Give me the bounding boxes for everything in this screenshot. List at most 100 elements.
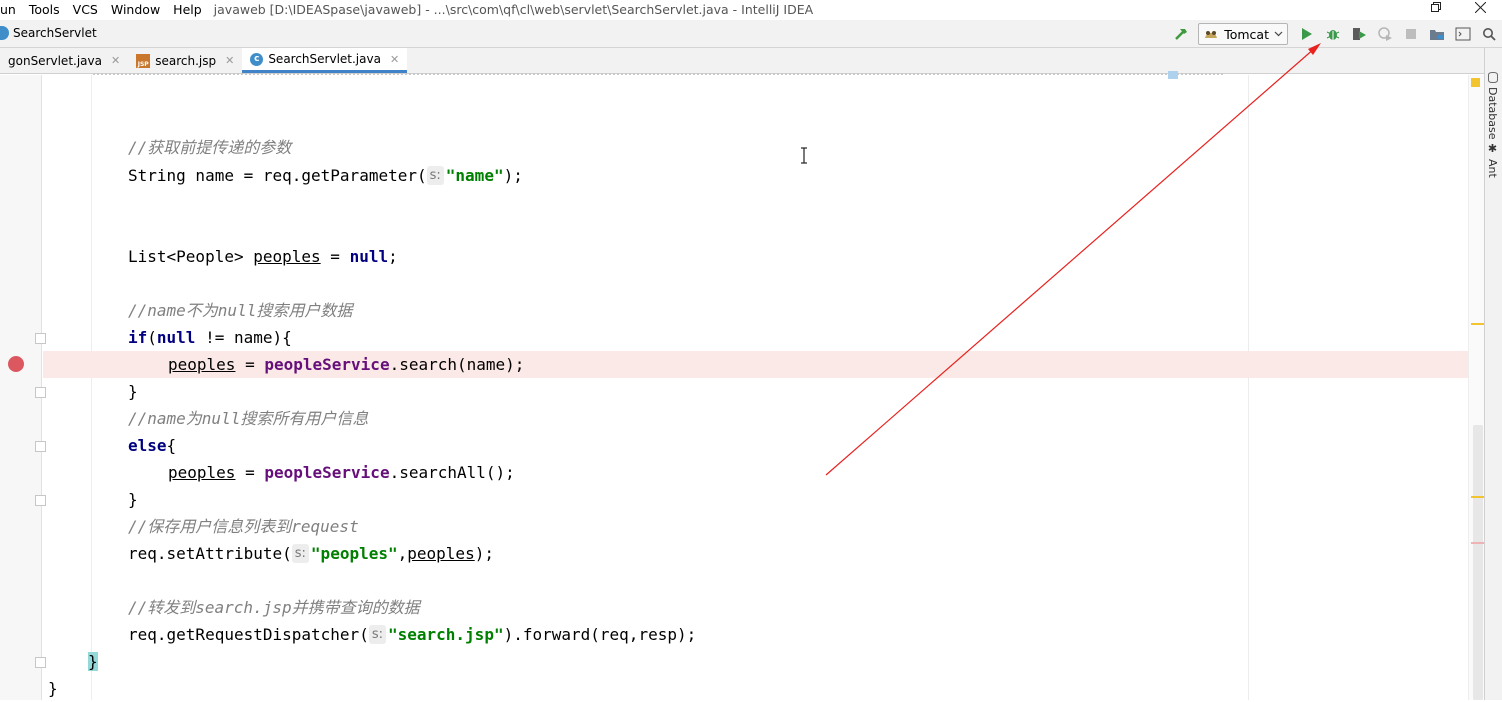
menu-run[interactable]: un — [0, 3, 22, 17]
class-icon — [0, 26, 9, 40]
debug-button[interactable] — [1320, 23, 1346, 45]
code-editor[interactable]: //获取前提传递的参数 String name = req.getParamet… — [43, 71, 1484, 702]
variable: peoples — [253, 247, 321, 266]
code-line: peoples = peopleService.searchAll(); — [168, 459, 515, 486]
tool-tab-label: Ant — [1486, 159, 1499, 178]
code-text: } — [128, 490, 138, 509]
field: peopleService — [264, 355, 390, 374]
code-text: = — [320, 247, 350, 266]
close-tab-icon[interactable]: ✕ — [225, 54, 234, 67]
indent-guide — [91, 75, 92, 700]
restore-button[interactable] — [1414, 0, 1458, 14]
matched-brace: } — [88, 652, 98, 671]
code-text: } — [48, 679, 58, 698]
editor-scrollbar[interactable] — [1468, 75, 1485, 700]
run-config-label: Tomcat — [1224, 26, 1269, 42]
parameter-hint: s: — [291, 544, 309, 563]
run-toolbar: Tomcat — [1168, 23, 1502, 45]
code-text: req.setAttribute( — [128, 544, 292, 563]
search-everywhere-button[interactable] — [1476, 23, 1502, 45]
navigation-bar: SearchServlet Tomcat — [0, 20, 1502, 48]
code-text: ).forward(req,resp); — [503, 625, 697, 644]
jsp-file-icon: JSP — [136, 53, 151, 68]
database-tool-tab[interactable]: Database — [1486, 72, 1499, 140]
code-comment: //获取前提传递的参数 — [128, 138, 292, 157]
code-line: req.setAttribute(s: "peoples",peoples); — [128, 540, 494, 567]
close-tab-icon[interactable]: ✕ — [111, 54, 120, 67]
code-text: = — [235, 355, 265, 374]
code-text: ; — [388, 247, 398, 266]
code-text: } — [128, 382, 138, 401]
hammer-icon — [1175, 29, 1188, 40]
profiler-icon — [1378, 27, 1392, 41]
menu-tools[interactable]: Tools — [22, 3, 66, 17]
text-cursor-icon — [801, 147, 807, 164]
menu-window[interactable]: Window — [104, 3, 166, 17]
field: peopleService — [264, 463, 390, 482]
parameter-hint: s: — [368, 625, 386, 644]
warning-marker[interactable] — [1471, 496, 1485, 498]
stop-icon — [1406, 29, 1416, 39]
profile-button[interactable] — [1372, 23, 1398, 45]
code-text: .searchAll(); — [389, 463, 515, 482]
string-literal: "search.jsp" — [387, 625, 504, 644]
warning-marker[interactable] — [1471, 323, 1485, 325]
menu-help[interactable]: Help — [166, 3, 208, 17]
code-text: ( — [147, 328, 157, 347]
code-text: ); — [474, 544, 494, 563]
string-literal: "peoples" — [310, 544, 398, 563]
code-line: String name = req.getParameter(s: "name")… — [128, 162, 523, 189]
right-tool-bar: Database ✱ Ant — [1484, 48, 1502, 700]
code-text: req.getRequestDispatcher( — [128, 625, 369, 644]
terminal-button[interactable] — [1450, 23, 1476, 45]
analysis-status-icon[interactable] — [1471, 78, 1480, 87]
code-text: String name = req.getParameter( — [128, 166, 427, 185]
variable: peoples — [168, 463, 236, 482]
code-comment: //转发到search.jsp并携带查询的数据 — [128, 598, 420, 617]
code-line: //保存用户信息列表到request — [128, 513, 359, 540]
code-text: ); — [503, 166, 523, 185]
keyword: null — [349, 247, 389, 266]
folder-icon — [1430, 30, 1444, 40]
parameter-hint: s: — [426, 166, 444, 185]
breakpoint-marker[interactable] — [1471, 542, 1485, 544]
coverage-icon — [1353, 28, 1366, 40]
breadcrumb[interactable]: SearchServlet — [0, 26, 97, 40]
code-line: req.getRequestDispatcher(s: "search.jsp")… — [128, 621, 696, 648]
code-line: } — [48, 675, 58, 702]
breakpoint-icon[interactable] — [8, 356, 24, 372]
close-tab-icon[interactable]: ✕ — [390, 53, 399, 66]
code-text: != name){ — [195, 328, 292, 347]
menu-bar: un Tools VCS Window Help javaweb [D:\IDE… — [0, 0, 1502, 20]
editor-gutter[interactable] — [0, 75, 46, 700]
run-with-coverage-button[interactable] — [1346, 23, 1372, 45]
tab-label: search.jsp — [155, 53, 217, 68]
stop-button[interactable] — [1398, 23, 1424, 45]
run-config-select[interactable]: Tomcat — [1198, 23, 1288, 45]
keyword: else — [128, 436, 167, 455]
restore-icon — [1431, 2, 1441, 12]
run-button[interactable] — [1294, 23, 1320, 45]
close-window-button[interactable] — [1458, 0, 1502, 14]
build-button[interactable] — [1168, 23, 1194, 45]
tab-label: SearchServlet.java — [268, 52, 381, 66]
java-class-icon: c — [250, 52, 264, 66]
code-line: } — [128, 378, 138, 405]
scrollbar-thumb[interactable] — [1473, 425, 1483, 700]
ant-icon: ✱ — [1486, 142, 1499, 155]
project-structure-button[interactable] — [1424, 23, 1450, 45]
terminal-icon — [1455, 27, 1471, 41]
window-title: javaweb [D:\IDEASpase\javaweb] - ...\src… — [213, 2, 814, 17]
menu-vcs[interactable]: VCS — [66, 3, 104, 17]
keyword: if — [128, 328, 148, 347]
code-line: //转发到search.jsp并携带查询的数据 — [128, 594, 420, 621]
ant-tool-tab[interactable]: ✱ Ant — [1486, 142, 1499, 178]
bug-icon — [1326, 30, 1340, 40]
code-line: } — [128, 486, 138, 513]
code-text: , — [397, 544, 408, 563]
close-icon — [1474, 1, 1486, 13]
brace-match-marker — [1168, 71, 1178, 79]
tool-tab-label: Database — [1486, 87, 1499, 140]
code-line: peoples = peopleService.search(name); — [168, 351, 524, 378]
database-icon — [1487, 72, 1498, 83]
